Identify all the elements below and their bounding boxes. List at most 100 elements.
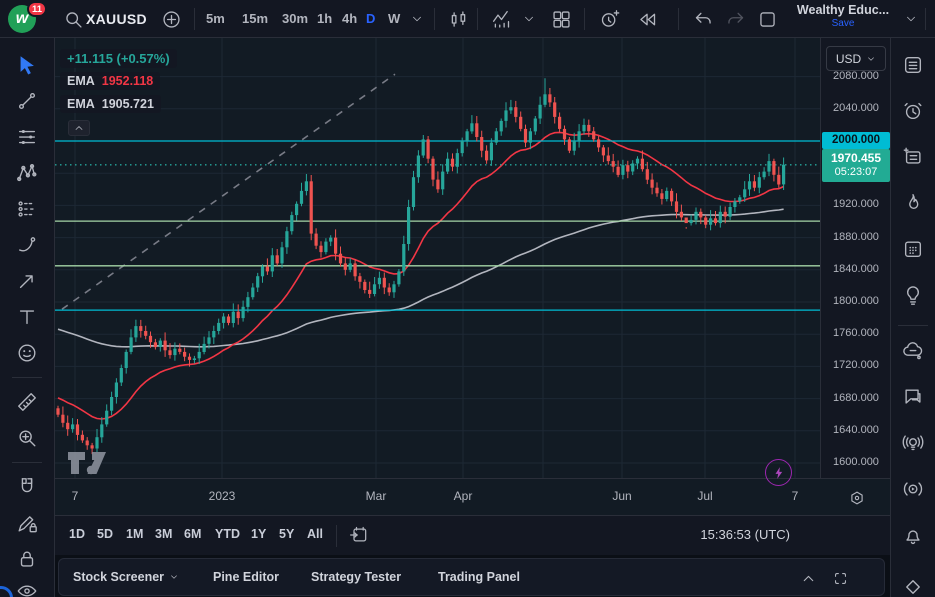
private-chats-icon[interactable] bbox=[901, 385, 925, 409]
price-tick: 1880.000 bbox=[821, 231, 891, 243]
timeframe-5m[interactable]: 5m bbox=[206, 11, 225, 26]
panel-tab-stock-screener[interactable]: Stock Screener bbox=[73, 570, 179, 584]
range-6m[interactable]: 6M bbox=[184, 527, 201, 541]
scale-settings-gear-icon[interactable] bbox=[848, 489, 866, 507]
indicators-icon[interactable] bbox=[488, 6, 514, 32]
indicators-menu-chevron-icon[interactable] bbox=[516, 6, 542, 32]
save-label[interactable]: Save bbox=[788, 18, 898, 29]
lock-drawings-tool-icon[interactable] bbox=[16, 548, 39, 571]
ema-legend-row[interactable]: EMA 1952.118 bbox=[60, 72, 160, 90]
price-tick: 1760.000 bbox=[821, 327, 891, 339]
range-1m[interactable]: 1M bbox=[126, 527, 143, 541]
time-tick-Apr: Apr bbox=[454, 489, 473, 503]
watchlist-icon[interactable] bbox=[901, 53, 925, 77]
level-price-label: 2000.000 bbox=[822, 132, 890, 149]
price-change-readout: +11.115 (+0.57%) bbox=[60, 49, 177, 68]
account-menu-chevron-icon[interactable] bbox=[898, 6, 924, 32]
notifications-icon[interactable] bbox=[901, 523, 925, 547]
forecast-tool-icon[interactable] bbox=[16, 198, 39, 221]
layout-account-menu[interactable]: Wealthy Educ... Save bbox=[788, 3, 898, 29]
price-tick: 1680.000 bbox=[821, 392, 891, 404]
panel-maximize-icon[interactable] bbox=[828, 566, 852, 590]
zoom-in-tool-icon[interactable] bbox=[16, 427, 39, 450]
bottom-strip: Stock Screener Pine Editor Strategy Tester… bbox=[55, 555, 890, 597]
alerts-icon[interactable] bbox=[901, 99, 925, 123]
clock-utc[interactable]: 15:36:53 (UTC) bbox=[700, 527, 790, 542]
brush-tool-icon[interactable] bbox=[16, 234, 39, 257]
ema-legend-row[interactable]: EMA 1905.721 bbox=[60, 95, 161, 113]
select-layout-icon[interactable] bbox=[754, 6, 780, 32]
range-5y[interactable]: 5Y bbox=[279, 527, 294, 541]
emoji-tool-icon[interactable] bbox=[16, 342, 39, 365]
chart-canvas[interactable]: +11.115 (+0.57%) EMA 1952.118 EMA 1905.7… bbox=[55, 38, 820, 478]
tradingview-app: w 11 XAUUSD 5m15m30m1h4hDW Wealthy Educ.… bbox=[0, 0, 935, 597]
range-1y[interactable]: 1Y bbox=[251, 527, 266, 541]
redo-icon[interactable] bbox=[722, 6, 748, 32]
price-tick: 2080.000 bbox=[821, 70, 891, 82]
timeframe-4h[interactable]: 4h bbox=[342, 11, 357, 26]
hotlists-icon[interactable] bbox=[901, 191, 925, 215]
range-5d[interactable]: 5D bbox=[97, 527, 113, 541]
time-scale[interactable]: 72023MarAprJunJul7 bbox=[55, 478, 890, 515]
symbol-name[interactable]: XAUUSD bbox=[86, 11, 147, 27]
range-all[interactable]: All bbox=[307, 527, 323, 541]
panel-tab-trading-panel[interactable]: Trading Panel bbox=[438, 570, 520, 584]
timeframe-30m[interactable]: 30m bbox=[282, 11, 308, 26]
timeframe-menu-chevron-icon[interactable] bbox=[404, 6, 430, 32]
panel-tab-pine-editor[interactable]: Pine Editor bbox=[213, 570, 279, 584]
public-chats-icon[interactable] bbox=[901, 339, 925, 363]
price-scale[interactable]: USD 2000.000 1970.455 05:23:07 2080.0002… bbox=[820, 38, 890, 478]
cursor-tool-icon[interactable] bbox=[16, 54, 39, 77]
bar-replay-icon[interactable] bbox=[634, 6, 660, 32]
timeframe-W[interactable]: W bbox=[388, 11, 400, 26]
price-tick: 1800.000 bbox=[821, 295, 891, 307]
timeframe-D[interactable]: D bbox=[366, 11, 375, 26]
magnet-tool-icon[interactable] bbox=[16, 476, 39, 499]
legend-collapse-button[interactable] bbox=[68, 120, 90, 136]
create-alert-icon[interactable] bbox=[596, 6, 622, 32]
range-1d[interactable]: 1D bbox=[69, 527, 85, 541]
hide-drawings-tool-icon[interactable] bbox=[16, 580, 39, 597]
time-tick-2023: 2023 bbox=[209, 489, 236, 503]
ideas-stream-icon[interactable] bbox=[901, 431, 925, 455]
text-tool-icon[interactable] bbox=[16, 306, 39, 329]
trend-line-tool-icon[interactable] bbox=[16, 90, 39, 113]
search-icon[interactable] bbox=[60, 6, 86, 32]
range-3m[interactable]: 3M bbox=[155, 527, 172, 541]
undo-icon[interactable] bbox=[690, 6, 716, 32]
current-price-label: 1970.455 05:23:07 bbox=[822, 149, 890, 182]
timeframe-15m[interactable]: 15m bbox=[242, 11, 268, 26]
stay-in-drawing-mode-tool-icon[interactable] bbox=[16, 512, 39, 535]
indicator-label: EMA bbox=[67, 97, 95, 111]
arrow-tool-icon[interactable] bbox=[16, 270, 39, 293]
go-to-date-icon[interactable] bbox=[349, 525, 371, 547]
chevron-down-icon bbox=[169, 572, 179, 582]
panel-tab-strategy-tester[interactable]: Strategy Tester bbox=[311, 570, 401, 584]
economic-calendar-icon[interactable] bbox=[901, 237, 925, 261]
my-ideas-icon[interactable] bbox=[901, 283, 925, 307]
bottom-panel: Stock Screener Pine Editor Strategy Tester… bbox=[58, 558, 885, 596]
streams-icon[interactable] bbox=[901, 477, 925, 501]
chevron-down-icon bbox=[866, 54, 876, 64]
toolbar-divider bbox=[898, 325, 928, 326]
chart-style-candles-icon[interactable] bbox=[445, 6, 471, 32]
time-tick-Jun: Jun bbox=[612, 489, 631, 503]
time-tick-Jul: Jul bbox=[697, 489, 712, 503]
fib-retracement-tool-icon[interactable] bbox=[16, 126, 39, 149]
layout-grid-icon[interactable] bbox=[548, 6, 574, 32]
time-tick-7: 7 bbox=[792, 489, 799, 503]
top-toolbar: w 11 XAUUSD 5m15m30m1h4hDW Wealthy Educ.… bbox=[0, 0, 935, 38]
price-tick: 1640.000 bbox=[821, 424, 891, 436]
quick-action-lightning-button[interactable] bbox=[765, 459, 792, 486]
notification-count-badge: 11 bbox=[27, 1, 47, 17]
measure-tool-icon[interactable] bbox=[16, 391, 39, 414]
notes-icon[interactable] bbox=[901, 145, 925, 169]
price-tick: 1600.000 bbox=[821, 456, 891, 468]
more-panel-icon[interactable] bbox=[901, 575, 925, 597]
timeframe-1h[interactable]: 1h bbox=[317, 11, 332, 26]
compare-add-icon[interactable] bbox=[158, 6, 184, 32]
range-ytd[interactable]: YTD bbox=[215, 527, 240, 541]
panel-collapse-chevron-icon[interactable] bbox=[796, 566, 820, 590]
currency-selector[interactable]: USD bbox=[826, 46, 886, 71]
pattern-tool-icon[interactable] bbox=[16, 162, 39, 185]
